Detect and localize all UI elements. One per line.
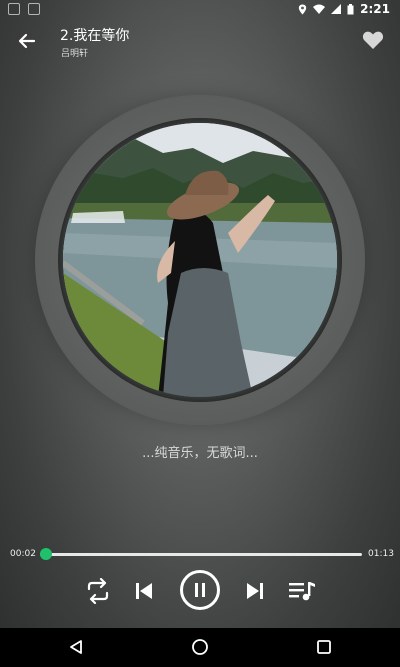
location-icon: [298, 4, 307, 14]
notification-icon: [28, 3, 40, 15]
arrow-left-icon: [18, 33, 36, 49]
lyric-line: ...纯音乐，无歌词...: [142, 446, 258, 461]
seek-bar[interactable]: [40, 548, 362, 560]
nav-recent-button[interactable]: [314, 637, 334, 657]
back-button[interactable]: [14, 28, 40, 54]
previous-button[interactable]: [132, 580, 156, 602]
header: 2.我在等你 吕明轩: [0, 18, 400, 62]
seek-bar-knob[interactable]: [40, 548, 53, 560]
repeat-icon: [87, 578, 109, 604]
status-time: 2:21: [360, 2, 390, 16]
song-title: 2.我在等你: [60, 28, 130, 44]
progress-row: 00:02 01:13: [0, 545, 400, 565]
status-bar: 2:21: [0, 0, 400, 18]
nav-home-button[interactable]: [190, 637, 210, 657]
playlist-icon: [289, 582, 315, 601]
battery-icon: [347, 3, 354, 14]
wifi-icon: [313, 4, 326, 14]
notification-icon: [8, 3, 20, 15]
total-time: 01:13: [368, 549, 394, 559]
skip-previous-icon: [136, 583, 152, 599]
album-photo: [63, 123, 337, 397]
triangle-back-icon: [70, 640, 82, 654]
pause-icon: [195, 583, 205, 597]
favorite-button[interactable]: [362, 30, 384, 50]
skip-next-icon: [247, 583, 263, 599]
heart-icon: [362, 31, 384, 49]
playlist-button[interactable]: [288, 580, 316, 602]
system-nav-bar: [0, 628, 400, 667]
playback-controls: [0, 568, 400, 614]
nav-back-button[interactable]: [66, 637, 86, 657]
signal-icon: [331, 4, 342, 14]
album-art: [63, 123, 337, 397]
next-button[interactable]: [243, 580, 267, 602]
square-recent-icon: [317, 640, 331, 654]
repeat-button[interactable]: [84, 578, 112, 604]
pause-button[interactable]: [180, 570, 220, 610]
song-artist: 吕明轩: [61, 49, 89, 59]
current-time: 00:02: [10, 549, 36, 559]
status-system: 2:21: [298, 2, 400, 16]
status-notifications: [0, 3, 40, 15]
circle-home-icon: [192, 639, 208, 655]
